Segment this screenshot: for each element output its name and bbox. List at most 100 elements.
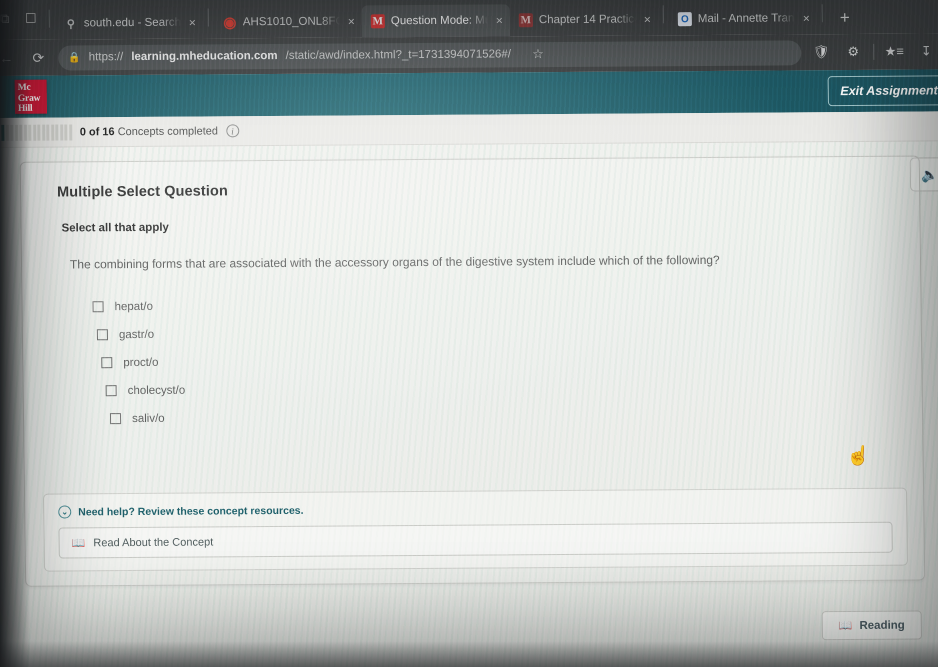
toolbar-divider [873,43,875,60]
option-label: proct/o [123,356,159,369]
url-input[interactable]: 🔒 https:// learning.mheducation.com/stati… [58,39,802,71]
option-row[interactable]: saliv/o [109,407,900,425]
progress-count: 0 of 16 [79,125,115,138]
browser-tab-strip: ⧉ ☐ ⚲ south.edu - Search × ◉ AHS1010_ONL… [0,0,938,41]
browser-tab-4[interactable]: O Mail - Annette Trani - O × [669,2,817,35]
browser-window: ⧉ ☐ ⚲ south.edu - Search × ◉ AHS1010_ONL… [0,0,938,667]
question-page: 🔈 Multiple Select Question Select all th… [0,141,938,667]
close-icon[interactable]: × [189,16,196,30]
tab-divider [662,5,664,24]
url-scheme: https:// [88,51,124,64]
browser-tab-1[interactable]: ◉ AHS1010_ONL8FC_ONL × [214,5,362,38]
tab-title: AHS1010_ONL8FC_ONL [242,15,340,29]
checkbox-icon[interactable] [92,301,104,313]
checkbox-icon[interactable] [105,385,117,397]
progress-bar [1,123,72,141]
mcgraw-hill-icon: M [370,14,385,29]
progress-segment [55,124,59,141]
option-list: hepat/o gastr/o proct/o cholecyst/o sali… [92,295,900,425]
logo-line-1: Mc [17,82,31,93]
tab-divider [48,9,50,28]
logo-line-3: Hill [17,103,33,114]
checkbox-icon[interactable] [101,357,113,369]
close-icon[interactable]: × [644,12,651,26]
shield-icon[interactable]: 🛡 [809,44,833,60]
progress-text: 0 of 16 Concepts completed [80,125,218,138]
option-label: saliv/o [131,412,165,425]
downloads-icon[interactable]: ↧ [914,43,938,59]
progress-segment [59,124,63,141]
read-about-concept-label: Read About the Concept [93,535,214,549]
progress-segment [5,124,9,141]
option-row[interactable]: hepat/o [92,295,898,313]
help-title: Need help? Review these concept resource… [78,504,304,518]
browser-tab-3[interactable]: M Chapter 14 Practice - C × [510,3,658,36]
vertical-tabs-icon[interactable]: ☐ [18,4,44,34]
tab-actions-icon[interactable]: ⧉ [0,4,18,34]
book-icon: 📖 [71,537,86,550]
confidence-bar: Rate your confidence to submit your answ… [44,584,909,587]
tab-divider [821,4,823,23]
question-stem: The combining forms that are associated … [69,252,720,272]
url-host: learning.mheducation.com [131,50,278,64]
progress-segment [14,124,18,141]
chevron-down-icon: ⌄ [58,505,72,519]
option-row[interactable]: cholecyst/o [105,379,900,397]
close-icon[interactable]: × [348,14,355,28]
read-about-concept-button[interactable]: 📖 Read About the Concept [58,521,893,559]
favorite-star-icon[interactable]: ☆ [525,46,551,62]
help-panel: ⌄ Need help? Review these concept resour… [43,487,909,572]
option-label: gastr/o [118,328,155,341]
mcgraw-hill-logo: Mc Graw Hill [14,79,48,114]
option-label: hepat/o [114,300,154,313]
progress-segment [32,124,36,141]
progress-segment [64,123,68,140]
app-header: Mc Graw Hill Exit Assignment [0,69,938,119]
progress-segment [10,124,14,141]
reading-button[interactable]: 📖 Reading [821,610,922,641]
progress-label: Concepts completed [117,124,219,138]
outlook-icon: O [677,12,692,27]
progress-segment [23,124,27,141]
checkbox-icon[interactable] [109,413,122,425]
tab-title: Question Mode: Multip [390,14,488,28]
progress-segment [37,124,41,141]
speaker-icon: 🔈 [921,165,938,183]
option-row[interactable]: proct/o [101,351,899,369]
screen-photo: ⧉ ☐ ⚲ south.edu - Search × ◉ AHS1010_ONL… [0,0,938,667]
lock-icon: 🔒 [68,51,81,63]
browser-tab-0[interactable]: ⚲ south.edu - Search × [55,7,203,40]
reload-button[interactable]: ⟳ [26,49,50,66]
new-tab-button[interactable]: + [828,8,860,34]
progress-segment [28,124,32,141]
progress-segment [19,124,23,141]
tab-divider [207,8,209,27]
extensions-icon[interactable]: ⚙ [841,44,865,60]
tab-title: south.edu - Search [83,16,181,30]
mouse-cursor: ☝ [845,444,872,469]
exit-assignment-button[interactable]: Exit Assignment [827,75,938,107]
question-instruction: Select all that apply [61,221,169,235]
progress-segment [46,124,50,141]
logo-line-2: Graw [17,93,41,104]
checkbox-icon[interactable] [96,329,109,341]
collections-icon[interactable]: ★≡ [882,44,906,60]
back-button[interactable]: ← [0,50,18,66]
search-icon: ⚲ [66,17,75,30]
progress-segment [1,124,5,141]
canvas-icon: ◉ [222,13,237,31]
mcgraw-hill-icon: M [518,13,533,28]
reading-label: Reading [859,619,905,632]
option-label: cholecyst/o [127,384,186,397]
url-path: /static/awd/index.html?_t=1731394071526#… [285,48,512,62]
browser-tab-2[interactable]: M Question Mode: Multip × [361,4,511,38]
info-icon[interactable]: i [225,124,240,138]
progress-segment [68,123,72,140]
tab-title: Chapter 14 Practice - C [538,13,636,27]
close-icon[interactable]: × [496,13,503,27]
close-icon[interactable]: × [803,11,810,25]
progress-segment [41,124,45,141]
question-card: Multiple Select Question Select all that… [19,155,926,587]
question-type-label: Multiple Select Question [56,183,228,201]
option-row[interactable]: gastr/o [96,323,899,341]
